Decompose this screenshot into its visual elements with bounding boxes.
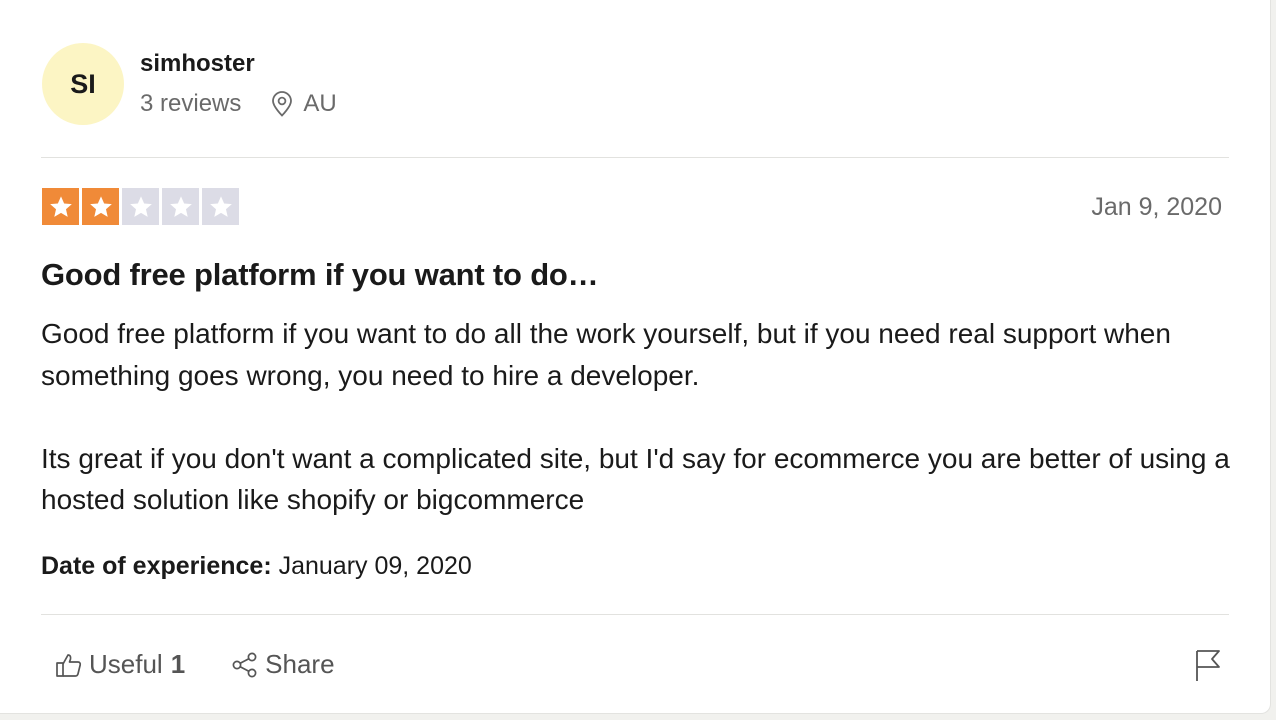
review-actions: Useful 1 Share xyxy=(55,649,335,680)
star-icon xyxy=(122,188,159,225)
star-icon xyxy=(202,188,239,225)
share-label: Share xyxy=(265,649,335,679)
share-icon xyxy=(231,651,259,679)
avatar-initials: SI xyxy=(70,68,96,99)
footer-divider xyxy=(41,614,1229,615)
reviewer-name[interactable]: simhoster xyxy=(140,50,255,78)
review-paragraph: Its great if you don't want a complicate… xyxy=(41,442,1230,516)
review-body: Good free platform if you want to do all… xyxy=(41,313,1236,562)
avatar[interactable]: SI xyxy=(42,43,124,125)
reviews-count: 3 reviews xyxy=(140,90,242,117)
star-rating xyxy=(42,188,239,225)
reviewer-location: AU xyxy=(303,90,337,117)
useful-count: 1 xyxy=(170,649,186,679)
review-card: SI simhoster 3 reviews AU Jan 9, 2020 Go… xyxy=(0,0,1271,714)
share-button[interactable]: Share xyxy=(231,649,335,680)
useful-label: Useful xyxy=(89,649,163,679)
report-flag-button[interactable] xyxy=(1194,648,1222,687)
review-title[interactable]: Good free platform if you want to do… xyxy=(41,257,599,293)
date-of-experience: Date of experience: January 09, 2020 xyxy=(41,552,472,581)
review-paragraph: Good free platform if you want to do all… xyxy=(41,318,1171,391)
location-pin-icon xyxy=(271,91,293,117)
header-divider xyxy=(41,157,1229,158)
star-icon xyxy=(82,188,119,225)
star-icon xyxy=(162,188,199,225)
experience-date: January 09, 2020 xyxy=(278,552,472,580)
star-icon xyxy=(42,188,79,225)
reviewer-meta: 3 reviews AU xyxy=(140,90,337,118)
review-date: Jan 9, 2020 xyxy=(1091,193,1222,221)
flag-icon xyxy=(1194,648,1222,687)
experience-label: Date of experience: xyxy=(41,552,272,580)
thumbs-up-icon xyxy=(55,651,83,679)
useful-button[interactable]: Useful 1 xyxy=(55,649,185,680)
